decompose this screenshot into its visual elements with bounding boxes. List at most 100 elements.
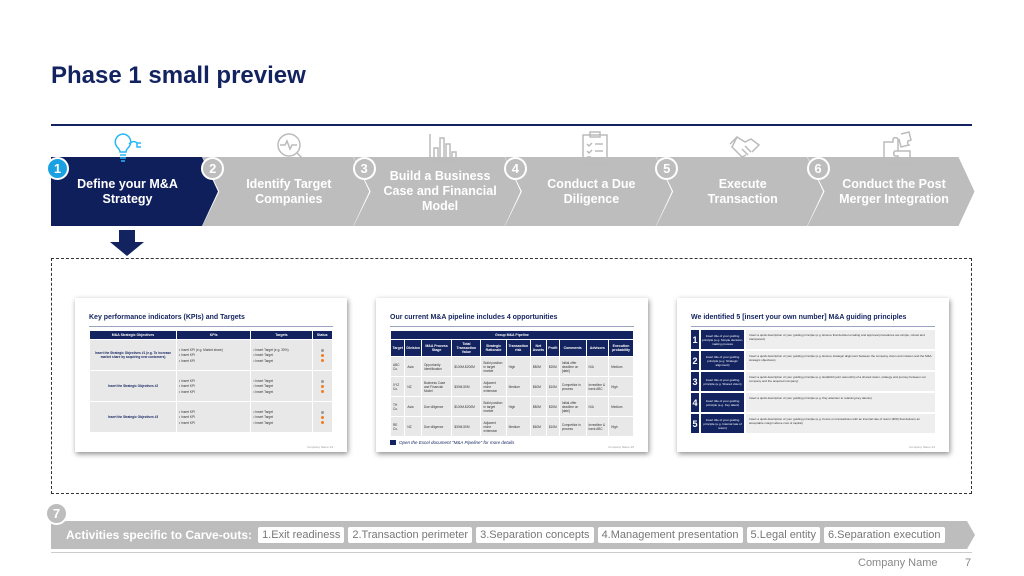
pipeline-cell: $100M-$200M (452, 397, 481, 416)
footer-company: Company Name (858, 557, 938, 569)
step-4[interactable]: Conduct a Due Diligence (505, 157, 672, 226)
pipeline-cell: High (506, 397, 530, 416)
kpi-item: • Insert KPI (179, 353, 196, 357)
status-dot (320, 379, 324, 383)
pipeline-cell: TH Co. (391, 397, 405, 416)
pipeline-slide-title: Our current M&A pipeline includes 4 oppo… (390, 314, 558, 321)
carveout-item[interactable]: 3.Separation concepts (476, 527, 593, 543)
kpi-item: • Insert KPI (179, 378, 196, 383)
pipeline-cell: $20M (546, 397, 559, 416)
carveout-bar: Activities specific to Carve-outs: 1.Exi… (51, 521, 975, 549)
kpi-slide-title: Key performance indicators (KPIs) and Ta… (89, 314, 245, 321)
kpi-header: M&A Strategic Objectives (90, 331, 177, 339)
step-5[interactable]: Execute Transaction (656, 157, 823, 226)
pipeline-cell: Due diligence (421, 417, 452, 436)
pipeline-cell: $100M-$200M (452, 357, 481, 376)
target-item: • Insert Target (253, 358, 273, 363)
status-dot (320, 348, 324, 352)
arrow-down-icon (110, 230, 144, 256)
pipeline-cell: High (609, 417, 633, 436)
pipeline-cell: Initial offer deadline on [date] (559, 357, 586, 376)
kpi-header: KPIs (177, 331, 251, 339)
carveout-item[interactable]: 4.Management presentation (598, 527, 743, 543)
status-dot (320, 358, 324, 362)
principle-description: Insert a quick description of your guidi… (746, 372, 935, 391)
target-item: • Insert Target (253, 389, 273, 394)
principle-item: 2 Insert title of your guiding principle … (691, 351, 935, 370)
pipeline-cell: $30M-50M (452, 417, 481, 436)
kpi-item: • Insert KPI (179, 415, 196, 419)
step-label: Identify Target Companies (246, 176, 332, 206)
carveout-item[interactable]: 1.Exit readiness (258, 527, 344, 543)
status-dot (320, 353, 324, 357)
principle-number: 3 (691, 372, 699, 391)
step-6[interactable]: Conduct the Post Merger Integration (808, 157, 975, 226)
target-list: • Insert Target • Insert Target • Insert T… (251, 402, 312, 432)
pipeline-cell: Asia (405, 397, 421, 416)
status-dot (320, 384, 324, 388)
pipeline-header: Total Transaction Value (452, 340, 481, 356)
pipeline-cell: Medium (609, 357, 633, 376)
pipeline-cell: Initial offer deadline on [date] (559, 397, 586, 416)
pipeline-slide-footer: Company Name 25 (608, 445, 634, 449)
principle-item: 1 Insert title of your guiding principle … (691, 330, 935, 349)
status-dot (320, 389, 324, 393)
pipeline-cell: Competitor in process (559, 377, 586, 396)
target-list: • Insert Target • Insert Target • Insert T… (251, 371, 312, 401)
kpi-item: • Insert KPI (e.g. Market share) (179, 347, 223, 352)
preview-principles-slide[interactable]: We identified 5 [insert your own number]… (677, 298, 949, 452)
status-cell (312, 371, 332, 401)
principles-slide-footer: Company Name 24 (909, 445, 935, 449)
kpi-objective: Insert the Strategic Objectives #3 (90, 402, 177, 432)
step-number-4: 4 (503, 157, 527, 180)
pipeline-cell: $60M (530, 417, 546, 436)
kpi-list: • Insert KPI (e.g. Market share) • Insert… (177, 340, 251, 370)
kpi-row: Insert the Strategic Objectives #3 • Inse… (90, 402, 332, 432)
pipeline-note: Open the Excel document "M&A Pipeline" f… (399, 440, 515, 445)
pipeline-row: XYZ Co. NZ Business Case and Financial Mod… (391, 377, 633, 396)
pipeline-header: Target (391, 340, 405, 356)
step-label: Build a Business Case and Financial Mode… (383, 169, 497, 213)
pipeline-cell: RE Co. (391, 417, 405, 436)
target-item: • Insert Target (253, 384, 273, 388)
carveout-item[interactable]: 2.Transaction perimeter (348, 527, 472, 543)
pipeline-cell: $30M-50M (452, 377, 481, 396)
step-2[interactable]: Identify Target Companies (202, 157, 369, 226)
pipeline-cell: Adjacent niche extension (481, 417, 506, 436)
principle-number: 2 (691, 351, 699, 370)
principle-item: 4 Insert title of your guiding principle … (691, 393, 935, 412)
kpi-list: • Insert KPI • Insert KPI • Insert KPI (177, 402, 251, 432)
page-title: Phase 1 small preview (51, 62, 306, 89)
pipeline-cell: $80M (530, 357, 546, 376)
pipeline-header: Net Assets (530, 340, 546, 356)
magnifier-pulse-icon (274, 130, 310, 166)
preview-kpi-slide[interactable]: Key performance indicators (KPIs) and Ta… (75, 298, 347, 452)
bar-chart-icon (426, 130, 462, 166)
pipeline-table: Group M&A Pipeline Target Division M&A Proc… (390, 330, 634, 437)
step-3[interactable]: Build a Business Case and Financial Mode… (354, 157, 521, 226)
preview-pipeline-slide[interactable]: Our current M&A pipeline includes 4 oppo… (376, 298, 648, 452)
pipeline-cell: Business Case and Financial Model (421, 377, 452, 396)
pipeline-row: RE Co. NZ Due diligence $30M-50M Adjacent ni… (391, 417, 633, 436)
pipeline-cell: NZ (405, 377, 421, 396)
pipeline-cell: $20M (546, 357, 559, 376)
step-label: Execute Transaction (707, 176, 778, 206)
pipeline-cell: $10M (546, 417, 559, 436)
step-1[interactable]: Define your M&A Strategy (51, 157, 218, 226)
pipeline-cell: Investline & bank ABC (586, 377, 609, 396)
kpi-item: • Insert KPI (179, 384, 196, 388)
pipeline-cell: Competitor in process (559, 417, 586, 436)
excel-icon (390, 440, 396, 445)
step-number-1: 1 (46, 157, 69, 180)
principle-title: Insert title of your guiding principle (… (701, 414, 744, 433)
pipeline-cell: $80M (530, 397, 546, 416)
step-number-7: 7 (45, 502, 68, 525)
target-item: • Insert Target (253, 409, 273, 414)
title-divider (51, 124, 972, 126)
carveout-item[interactable]: 6.Separation execution (824, 527, 945, 543)
kpi-slide-footer: Company Name 23 (307, 445, 333, 449)
principle-description: Insert a quick description of your guidi… (746, 330, 935, 349)
kpi-row: Insert the Strategic Objectives #1 (e.g.… (90, 340, 332, 370)
carveout-item[interactable]: 5.Legal entity (747, 527, 820, 543)
pipeline-row: TH Co. Asia Due diligence $100M-$200M Build … (391, 397, 633, 416)
